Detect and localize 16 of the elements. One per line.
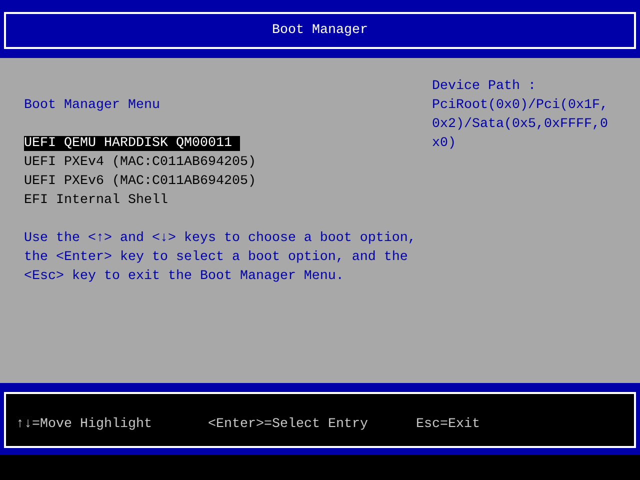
key-hint: Esc=Exit: [416, 416, 480, 432]
help-text: the <Enter> key to select a boot option, and the: [24, 249, 409, 267]
device-path-text: PciRoot(0x0)/Pci(0x1F,: [432, 97, 609, 115]
boot-option[interactable]: UEFI PXEv6 (MAC:C011AB694205): [24, 174, 264, 189]
help-text: Use the <↑> and <↓> keys to choose a boot option,: [24, 230, 417, 248]
boot-option[interactable]: UEFI PXEv4 (MAC:C011AB694205): [24, 155, 264, 170]
key-hint: ↑↓=Move Highlight: [16, 416, 153, 432]
window-title: Boot Manager: [272, 23, 368, 38]
boot-option[interactable]: EFI Internal Shell: [24, 193, 176, 208]
key-hint: <Enter>=Select Entry: [208, 416, 369, 432]
device-path-heading: Device Path :: [432, 78, 537, 96]
boot-option[interactable]: UEFI QEMU HARDDISK QM00011: [24, 136, 240, 151]
device-path-text: x0): [432, 135, 457, 153]
device-path-text: 0x2)/Sata(0x5,0xFFFF,0: [432, 116, 609, 134]
menu-heading: Boot Manager Menu: [24, 97, 161, 115]
help-text: <Esc> key to exit the Boot Manager Menu.: [24, 268, 345, 286]
